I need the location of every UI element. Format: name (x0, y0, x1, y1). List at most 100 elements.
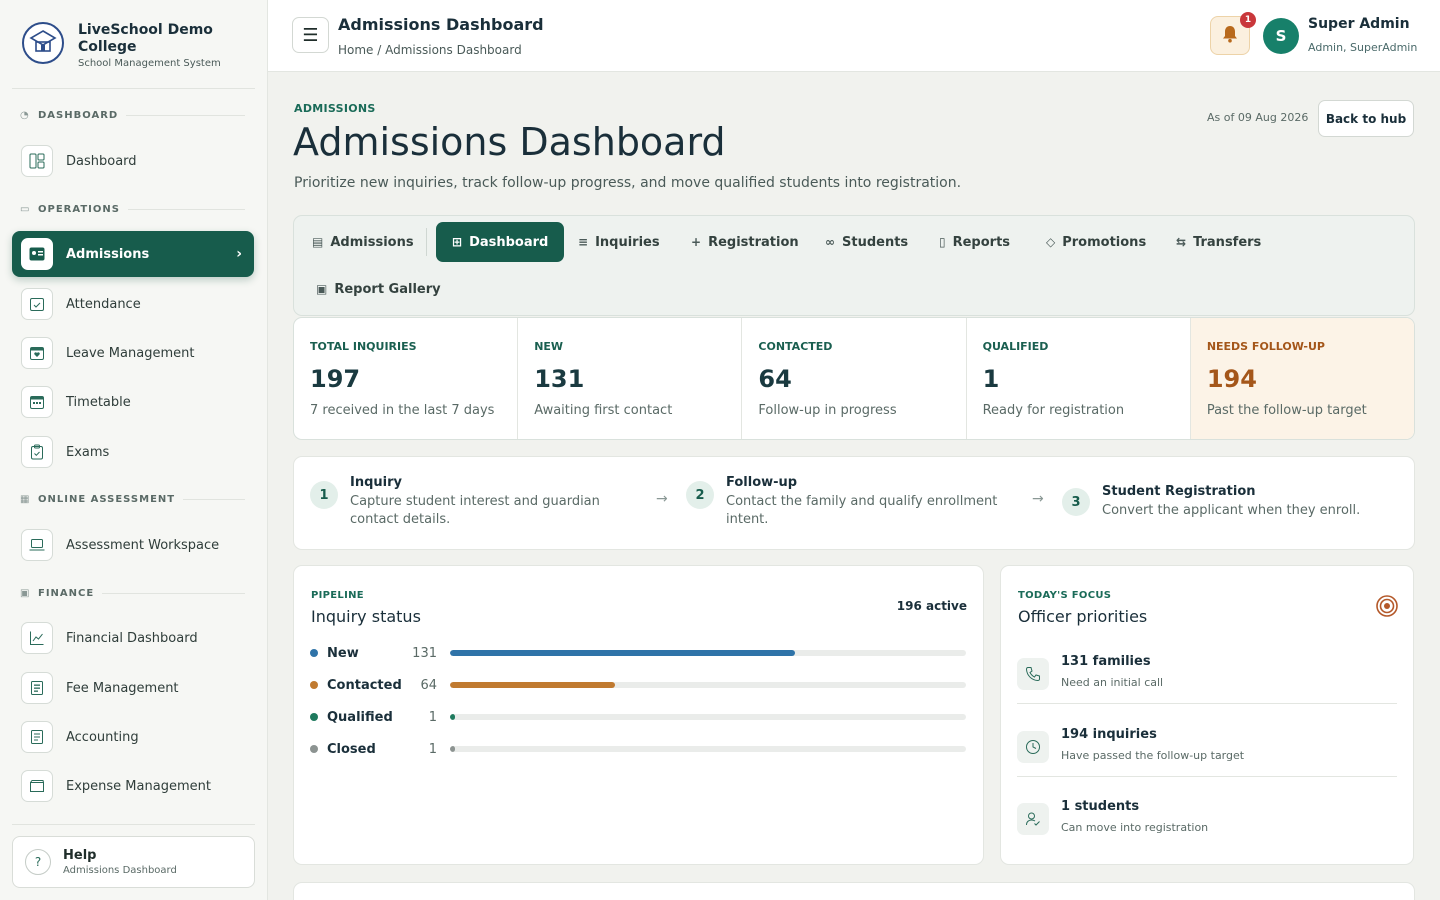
progress-fill (450, 650, 795, 656)
stat-new[interactable]: NEW 131 Awaiting first contact (518, 318, 743, 439)
step-inquiry: 1 Inquiry Capture student interest and gu… (310, 475, 640, 529)
stat-label: QUALIFIED (982, 340, 1049, 353)
focus-item-students[interactable]: 1 students Can move into registration (1017, 799, 1397, 835)
users-icon: ∞ (825, 235, 835, 249)
sidebar-item-label: Dashboard (66, 153, 137, 169)
sidebar-item-label: Assessment Workspace (66, 537, 220, 553)
tab-report-gallery[interactable]: ▣ Report Gallery (306, 269, 451, 309)
tab-students[interactable]: ∞ Students (815, 222, 918, 262)
image-icon: ▣ (316, 282, 328, 296)
breadcrumb[interactable]: Home / Admissions Dashboard (338, 43, 522, 57)
page-description: Prioritize new inquiries, track follow-u… (294, 175, 962, 191)
tab-transfers[interactable]: ⇆ Transfers (1166, 222, 1271, 262)
sidebar-item-timetable[interactable]: Timetable (12, 379, 254, 425)
help-subtitle: Admissions Dashboard (63, 865, 177, 876)
sidebar-item-accounting[interactable]: Accounting (12, 714, 254, 760)
focus-item-inquiries[interactable]: 194 inquiries Have passed the follow-up t… (1017, 727, 1397, 763)
notification-badge: 1 (1240, 12, 1256, 28)
tab-label: Promotions (1062, 234, 1147, 250)
focus-item-families[interactable]: 131 families Need an initial call (1017, 654, 1397, 690)
stat-qualified[interactable]: QUALIFIED 1 Ready for registration (967, 318, 1191, 439)
pipeline-row[interactable]: New 131 (310, 643, 966, 663)
stat-label: TOTAL INQUIRIES (310, 340, 417, 353)
step-description: Capture student interest and guardian co… (350, 494, 600, 527)
tab-admissions[interactable]: ▤ Admissions (302, 222, 424, 262)
pipeline-count: 1 (428, 741, 437, 757)
sidebar-item-fee-management[interactable]: Fee Management (12, 665, 254, 711)
sidebar-item-exams[interactable]: Exams (12, 429, 254, 475)
chevron-right-icon: › (236, 246, 242, 262)
stat-contacted[interactable]: CONTACTED 64 Follow-up in progress (742, 318, 967, 439)
divider (1017, 776, 1397, 777)
admission-steps: 1 Inquiry Capture student interest and gu… (293, 456, 1415, 550)
module-tabs: ▤ Admissions ⊞ Dashboard ≡ Inquiries + Regis… (293, 215, 1415, 316)
tab-dashboard[interactable]: ⊞ Dashboard (436, 222, 565, 262)
help-title: Help (63, 848, 97, 863)
user-plus-icon: + (691, 235, 702, 249)
sidebar-item-expense-management[interactable]: Expense Management (12, 763, 254, 809)
pipeline-row[interactable]: Qualified 1 (310, 707, 966, 727)
sidebar-item-label: Timetable (66, 394, 131, 410)
section-operations: ▭ OPERATIONS (20, 204, 245, 215)
tab-promotions[interactable]: ◇ Promotions (1036, 222, 1156, 262)
bell-icon (1222, 25, 1238, 47)
step-title: Follow-up (726, 475, 798, 490)
pipeline-label: New (327, 645, 359, 661)
sidebar-item-admissions[interactable]: Admissions › (12, 231, 254, 277)
notifications-button[interactable]: 1 (1210, 12, 1256, 55)
sidebar-item-label: Attendance (66, 296, 141, 312)
sidebar-item-assessment-workspace[interactable]: Assessment Workspace (12, 522, 254, 568)
sidebar-item-label: Expense Management (66, 778, 211, 794)
avatar[interactable]: S (1263, 18, 1299, 54)
focus-subtext: Have passed the follow-up target (1061, 749, 1245, 762)
help-button[interactable]: ? Help Admissions Dashboard (12, 836, 255, 888)
graduation-cap-icon: ◇ (1046, 235, 1056, 249)
receipt-icon (21, 672, 53, 704)
card-title: Officer priorities (1018, 607, 1148, 626)
focus-subtext: Can move into registration (1061, 821, 1209, 834)
tab-registration[interactable]: + Registration (681, 222, 809, 262)
hamburger-icon: ☰ (302, 24, 319, 46)
tab-separator (426, 228, 427, 256)
tab-reports[interactable]: ▯ Reports (929, 222, 1020, 262)
user-name[interactable]: Super Admin (1308, 16, 1410, 32)
stat-total-inquiries[interactable]: TOTAL INQUIRIES 197 7 received in the la… (294, 318, 519, 439)
sidebar-item-attendance[interactable]: Attendance (12, 281, 254, 327)
tab-label: Report Gallery (334, 281, 441, 297)
progress-track (450, 682, 966, 688)
card-eyebrow: PIPELINE (311, 590, 364, 601)
sidebar-item-financial-dashboard[interactable]: Financial Dashboard (12, 615, 254, 661)
layout-icon (21, 145, 53, 177)
grid-icon: ⊞ (452, 235, 463, 249)
sidebar-item-label: Admissions (66, 246, 150, 262)
tab-label: Registration (708, 234, 799, 250)
section-label: DASHBOARD (38, 110, 119, 121)
arrow-right-icon: → (1032, 491, 1044, 507)
step-description: Contact the family and qualify enrollmen… (726, 494, 998, 527)
active-count: 196 active (896, 599, 967, 613)
sidebar-item-dashboard[interactable]: Dashboard (12, 138, 254, 184)
section-label: ONLINE ASSESSMENT (38, 494, 176, 505)
pipeline-label: Contacted (327, 677, 402, 693)
pipeline-row[interactable]: Contacted 64 (310, 675, 966, 695)
brand[interactable]: LiveSchool Demo College School Managemen… (22, 22, 248, 69)
pipeline-label: Qualified (327, 709, 393, 725)
section-online-assessment: ▦ ONLINE ASSESSMENT (20, 494, 245, 505)
step-follow-up: 2 Follow-up Contact the family and qualif… (686, 475, 1006, 529)
tab-inquiries[interactable]: ≡ Inquiries (568, 222, 670, 262)
divider (1017, 703, 1397, 704)
clock-icon (1017, 731, 1049, 763)
clipboard-check-icon (21, 436, 53, 468)
id-card-icon (21, 238, 53, 270)
back-to-hub-button[interactable]: Back to hub (1318, 100, 1414, 137)
step-student-registration: 3 Student Registration Convert the applic… (1062, 484, 1402, 520)
sidebar-item-label: Accounting (66, 729, 139, 745)
pipeline-row[interactable]: Closed 1 (310, 739, 966, 759)
stat-needs-follow-up[interactable]: NEEDS FOLLOW-UP 194 Past the follow-up t… (1190, 318, 1414, 439)
target-icon (1375, 594, 1399, 618)
progress-track (450, 714, 966, 720)
pipeline-card: PIPELINE Inquiry status 196 active New 13… (293, 565, 984, 865)
menu-toggle-button[interactable]: ☰ (292, 17, 329, 53)
sidebar-item-leave-management[interactable]: Leave Management (12, 330, 254, 376)
user-list-icon: ≡ (578, 235, 589, 249)
